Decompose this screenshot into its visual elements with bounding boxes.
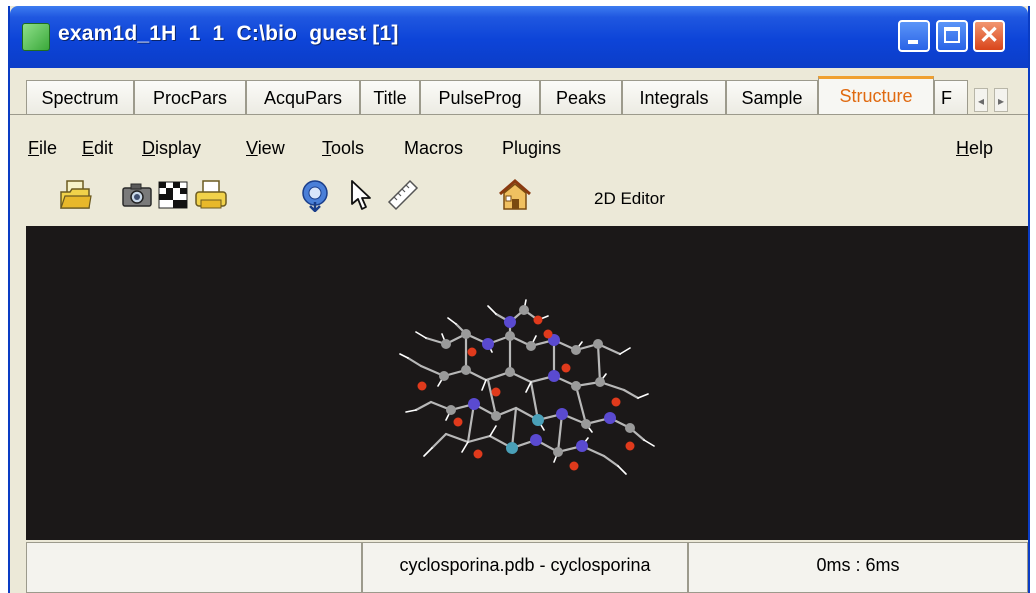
tab-spectrum[interactable]: Spectrum: [26, 80, 134, 114]
minimize-button[interactable]: [898, 20, 930, 52]
molecule-structure: [399, 299, 655, 475]
menu-help-mnemonic: H: [956, 138, 969, 158]
tab-pulseprog[interactable]: PulseProg: [420, 80, 540, 114]
app-icon: [22, 23, 50, 51]
home-icon[interactable]: [498, 178, 532, 212]
menu-view[interactable]: View: [246, 138, 285, 159]
menu-macros[interactable]: Macros: [404, 138, 463, 159]
print-icon[interactable]: [194, 178, 228, 212]
tab-integrals[interactable]: Integrals: [622, 80, 726, 114]
menu-plugins[interactable]: Plugins: [502, 138, 561, 159]
2d-editor-button[interactable]: 2D Editor: [594, 189, 665, 209]
menu-view-label: iew: [257, 138, 285, 158]
tab-procpars[interactable]: ProcPars: [134, 80, 246, 114]
maximize-icon: [944, 27, 960, 43]
window-title: exam1d_1H 1 1 C:\bio guest [1]: [58, 22, 399, 45]
menu-tools-mnemonic: T: [322, 138, 331, 158]
menu-edit-label: dit: [94, 138, 114, 158]
menu-help[interactable]: Help: [956, 138, 993, 159]
status-cell-left: [26, 542, 362, 593]
menu-bar: File Edit Display View Tools Macros Plug…: [10, 132, 1028, 166]
tab-title[interactable]: Title: [360, 80, 420, 114]
status-bar: cyclosporina.pdb - cyclosporina 0ms : 6m…: [26, 542, 1028, 593]
status-file: cyclosporina.pdb - cyclosporina: [362, 542, 688, 593]
menu-help-label: elp: [969, 138, 994, 158]
menu-tools-label: ools: [331, 138, 365, 158]
application-window: exam1d_1H 1 1 C:\bio guest [1] ✕ Spectru…: [8, 6, 1030, 593]
toolbar: 2D Editor: [10, 168, 1028, 224]
camera-icon[interactable]: [120, 178, 154, 212]
tab-structure[interactable]: Structure: [818, 76, 934, 114]
chevron-right-icon: ▸: [997, 94, 1005, 108]
tab-f[interactable]: F: [934, 80, 968, 114]
molecule-viewer[interactable]: [26, 226, 1028, 540]
menu-tools[interactable]: Tools: [322, 138, 364, 159]
status-timing: 0ms : 6ms: [688, 542, 1028, 593]
open-folder-icon[interactable]: [58, 178, 92, 212]
menu-display[interactable]: Display: [142, 138, 201, 159]
minimize-icon: [908, 40, 918, 44]
menu-edit-mnemonic: E: [82, 138, 95, 158]
tab-scroll-left-button[interactable]: ◂: [974, 88, 988, 112]
checkerboard-icon[interactable]: [156, 178, 190, 212]
menu-display-mnemonic: D: [142, 138, 155, 158]
rotate-icon[interactable]: [298, 178, 332, 212]
menu-file[interactable]: File: [28, 138, 57, 159]
title-bar[interactable]: exam1d_1H 1 1 C:\bio guest [1] ✕: [10, 6, 1028, 68]
close-icon: ✕: [978, 22, 1000, 49]
tab-bar: Spectrum ProcPars AcquPars Title PulsePr…: [10, 68, 1028, 128]
menu-display-label: isplay: [155, 138, 202, 158]
tab-acqupars[interactable]: AcquPars: [246, 80, 360, 114]
tab-divider: [10, 114, 1028, 115]
tab-scroll-right-button[interactable]: ▸: [994, 88, 1008, 112]
menu-file-label: ile: [39, 138, 58, 158]
maximize-button[interactable]: [936, 20, 968, 52]
chevron-left-icon: ◂: [977, 94, 985, 108]
menu-file-mnemonic: F: [28, 138, 39, 158]
menu-edit[interactable]: Edit: [82, 138, 113, 159]
menu-view-mnemonic: V: [246, 138, 258, 158]
pointer-icon[interactable]: [344, 178, 378, 212]
ruler-icon[interactable]: [386, 178, 420, 212]
tab-peaks[interactable]: Peaks: [540, 80, 622, 114]
close-button[interactable]: ✕: [973, 20, 1005, 52]
tab-sample[interactable]: Sample: [726, 80, 818, 114]
